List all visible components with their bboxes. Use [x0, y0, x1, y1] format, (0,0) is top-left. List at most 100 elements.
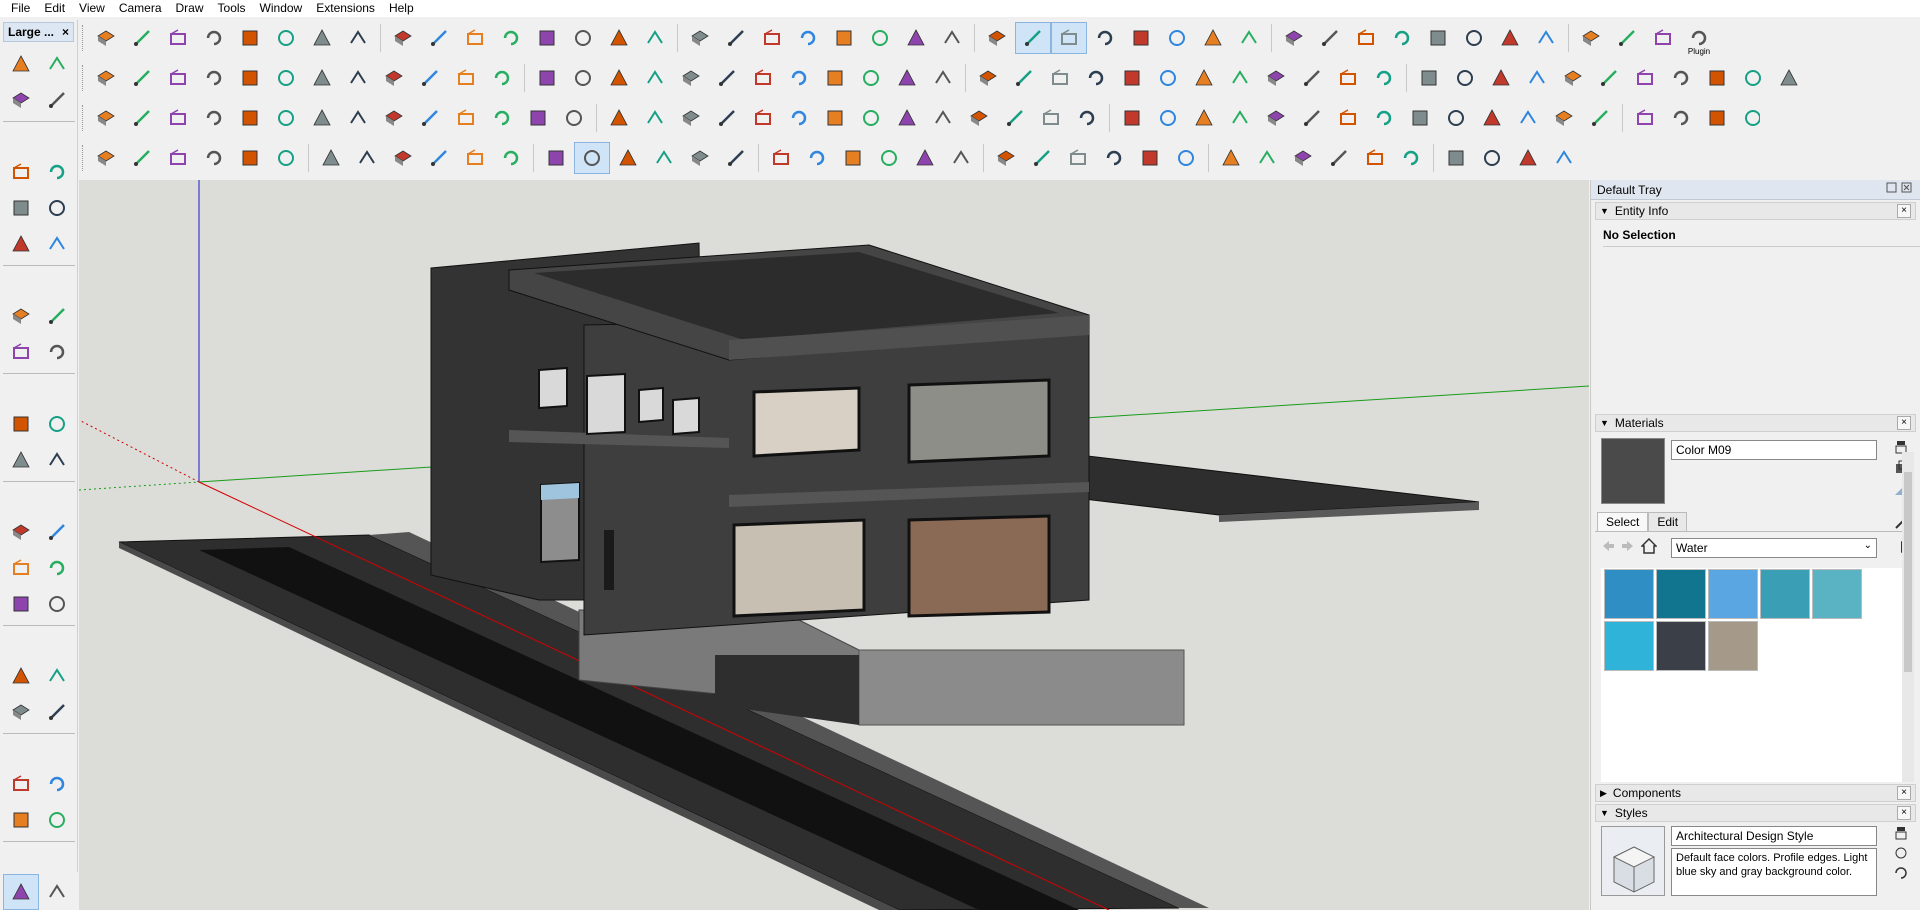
tool-row2-25-icon[interactable] — [970, 62, 1006, 94]
tool-row2-30-icon[interactable] — [1150, 62, 1186, 94]
tool-row3-25-icon[interactable] — [961, 102, 997, 134]
tool-row2-19-icon[interactable] — [745, 62, 781, 94]
tool-row3-20-icon[interactable] — [781, 102, 817, 134]
tool-row2-29-icon[interactable] — [1114, 62, 1150, 94]
tool-row3-31-icon[interactable] — [1186, 102, 1222, 134]
menu-window[interactable]: Window — [253, 0, 310, 17]
tool-row3-44-icon[interactable] — [1663, 102, 1699, 134]
left-tool-13-icon[interactable] — [3, 334, 39, 370]
tool-row4-29-icon[interactable] — [1132, 142, 1168, 174]
tool-row3-16-icon[interactable] — [637, 102, 673, 134]
left-tool-28-icon[interactable] — [39, 694, 75, 730]
material-library-select[interactable]: Water ⌄ — [1671, 538, 1877, 558]
left-tool-5-icon[interactable] — [3, 154, 39, 190]
tool-row2-18-icon[interactable] — [709, 62, 745, 94]
tool-row4-8-icon[interactable] — [349, 142, 385, 174]
styles-header[interactable]: ▼ Styles × — [1595, 804, 1916, 822]
tool-row4-17-icon[interactable] — [682, 142, 718, 174]
tool-row2-12-icon[interactable] — [484, 62, 520, 94]
left-tool-32-icon[interactable] — [39, 802, 75, 838]
left-tool-2-icon[interactable] — [39, 46, 75, 82]
tool-row3-8-icon[interactable] — [340, 102, 376, 134]
section3-icon[interactable] — [1276, 22, 1312, 54]
left-tool-6-icon[interactable] — [39, 154, 75, 190]
tool-row3-17-icon[interactable] — [673, 102, 709, 134]
tool-row3-40-icon[interactable] — [1510, 102, 1546, 134]
tool-row2-39-icon[interactable] — [1483, 62, 1519, 94]
left-tool-23-icon[interactable] — [3, 586, 39, 622]
tool-row3-35-icon[interactable] — [1330, 102, 1366, 134]
left-tool-29-icon[interactable] — [3, 766, 39, 802]
tool-row4-15-icon[interactable] — [610, 142, 646, 174]
tool-row4-12-icon[interactable] — [493, 142, 529, 174]
menu-tools[interactable]: Tools — [211, 0, 253, 17]
tool-row2-16-icon[interactable] — [637, 62, 673, 94]
tool-row4-40-icon[interactable] — [1546, 142, 1582, 174]
tool-row4-20-icon[interactable] — [799, 142, 835, 174]
collapse-triangle-icon[interactable]: ▼ — [1600, 206, 1609, 216]
tool-row3-45-icon[interactable] — [1699, 102, 1735, 134]
left-tool-1-icon[interactable] — [3, 46, 39, 82]
user-icon[interactable] — [898, 22, 934, 54]
paint-icon[interactable] — [565, 22, 601, 54]
tool-row4-13-icon[interactable] — [538, 142, 574, 174]
create-style-icon[interactable] — [1894, 846, 1908, 860]
style-description-field[interactable]: Default face colors. Profile edges. Ligh… — [1671, 848, 1877, 896]
tool-row4-1-icon[interactable] — [88, 142, 124, 174]
sphere-icon[interactable] — [1609, 22, 1645, 54]
tool-row2-20-icon[interactable] — [781, 62, 817, 94]
tool-row2-28-icon[interactable] — [1078, 62, 1114, 94]
section2-icon[interactable] — [1231, 22, 1267, 54]
hand-icon[interactable] — [637, 22, 673, 54]
menu-edit[interactable]: Edit — [37, 0, 72, 17]
tool-row2-7-icon[interactable] — [304, 62, 340, 94]
tool-row3-36-icon[interactable] — [1366, 102, 1402, 134]
tool-row3-32-icon[interactable] — [1222, 102, 1258, 134]
tool-row3-11-icon[interactable] — [448, 102, 484, 134]
close-icon[interactable]: × — [1897, 416, 1911, 430]
menu-view[interactable]: View — [72, 0, 112, 17]
tool-row2-1-icon[interactable] — [88, 62, 124, 94]
menu-file[interactable]: File — [4, 0, 37, 17]
tool-row3-33-icon[interactable] — [1258, 102, 1294, 134]
material-thumbnail[interactable] — [1812, 569, 1862, 619]
material-thumbnail[interactable] — [1604, 569, 1654, 619]
close-icon[interactable]: × — [1897, 204, 1911, 218]
box-gray-icon[interactable] — [1159, 22, 1195, 54]
target-icon[interactable] — [934, 22, 970, 54]
menu-camera[interactable]: Camera — [112, 0, 169, 17]
zoom-extents-icon[interactable] — [718, 22, 754, 54]
move-icon[interactable] — [385, 22, 421, 54]
tool-row2-3-icon[interactable] — [160, 62, 196, 94]
current-material-swatch[interactable] — [1601, 438, 1665, 504]
tool-row4-14-icon[interactable] — [574, 142, 610, 174]
cone-icon[interactable] — [1528, 22, 1564, 54]
tool-row4-3-icon[interactable] — [160, 142, 196, 174]
tool-row3-42-icon[interactable] — [1582, 102, 1618, 134]
tool-row3-10-icon[interactable] — [412, 102, 448, 134]
tool-row4-22-icon[interactable] — [871, 142, 907, 174]
tool-row3-21-icon[interactable] — [817, 102, 853, 134]
plane2-icon[interactable] — [1348, 22, 1384, 54]
tool-row4-30-icon[interactable] — [1168, 142, 1204, 174]
update-style-icon[interactable] — [1894, 866, 1908, 880]
material-name-field[interactable]: Color M09 — [1671, 440, 1877, 460]
toolbar-grip[interactable] — [82, 65, 85, 91]
tool-row3-5-icon[interactable] — [232, 102, 268, 134]
tab-select[interactable]: Select — [1597, 512, 1649, 531]
tool-row2-36-icon[interactable] — [1366, 62, 1402, 94]
tool-row2-24-icon[interactable] — [925, 62, 961, 94]
tool-row2-40-icon[interactable] — [1519, 62, 1555, 94]
left-tool-9-icon[interactable] — [3, 226, 39, 262]
material-thumbnail[interactable] — [1656, 621, 1706, 671]
material-thumbnail[interactable] — [1604, 621, 1654, 671]
toolbar-grip[interactable] — [82, 145, 85, 171]
material-thumbnail[interactable] — [1656, 569, 1706, 619]
tool-row4-34-icon[interactable] — [1321, 142, 1357, 174]
tool-row4-21-icon[interactable] — [835, 142, 871, 174]
layers-icon[interactable] — [790, 22, 826, 54]
tool-row3-19-icon[interactable] — [745, 102, 781, 134]
left-tool-12-icon[interactable] — [39, 298, 75, 334]
tool-row4-28-icon[interactable] — [1096, 142, 1132, 174]
tool-row2-15-icon[interactable] — [601, 62, 637, 94]
